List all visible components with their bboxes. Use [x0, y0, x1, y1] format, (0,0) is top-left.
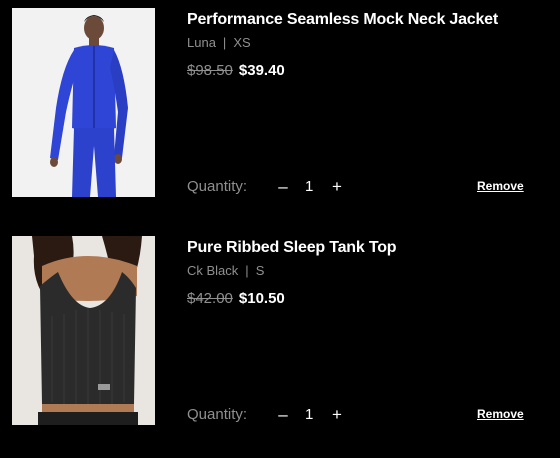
product-title[interactable]: Performance Seamless Mock Neck Jacket — [187, 11, 498, 29]
variant-size: S — [255, 263, 265, 278]
quantity-label: Quantity: — [187, 406, 248, 423]
sale-price: $39.40 — [238, 62, 285, 79]
sale-price: $10.50 — [238, 290, 285, 307]
remove-button[interactable]: Remove — [477, 407, 524, 421]
product-title[interactable]: Pure Ribbed Sleep Tank Top — [187, 239, 397, 257]
remove-button[interactable]: Remove — [477, 179, 524, 193]
variant-color: Luna — [187, 35, 216, 50]
increase-quantity-button[interactable]: + — [330, 177, 344, 197]
product-photo-jacket — [12, 8, 155, 197]
cart-item: Pure Ribbed Sleep Tank Top Ck Black | S $4… — [0, 236, 560, 426]
cart-item: Performance Seamless Mock Neck Jacket Lu… — [0, 8, 560, 198]
decrease-quantity-button[interactable]: – — [276, 177, 290, 197]
quantity-value: 1 — [305, 406, 314, 423]
product-variant: Luna | XS — [187, 35, 251, 50]
product-variant: Ck Black | S — [187, 263, 264, 278]
price-block: $98.50 $39.40 — [187, 62, 285, 79]
product-photo-tank-top — [12, 236, 155, 425]
increase-quantity-button[interactable]: + — [330, 405, 344, 425]
decrease-quantity-button[interactable]: – — [276, 405, 290, 425]
quantity-label: Quantity: — [187, 178, 248, 195]
quantity-stepper: Quantity: – 1 + Remove — [187, 177, 527, 197]
variant-separator: | — [222, 35, 227, 50]
quantity-stepper: Quantity: – 1 + Remove — [187, 405, 527, 425]
original-price: $42.00 — [187, 290, 233, 307]
price-block: $42.00 $10.50 — [187, 290, 285, 307]
variant-separator: | — [245, 263, 249, 278]
quantity-value: 1 — [305, 178, 314, 195]
original-price: $98.50 — [187, 62, 233, 79]
variant-color: Ck Black — [187, 263, 239, 278]
variant-size: XS — [233, 35, 251, 50]
product-image[interactable] — [12, 8, 155, 197]
cart-list: Performance Seamless Mock Neck Jacket Lu… — [0, 0, 560, 458]
product-image[interactable] — [12, 236, 155, 425]
